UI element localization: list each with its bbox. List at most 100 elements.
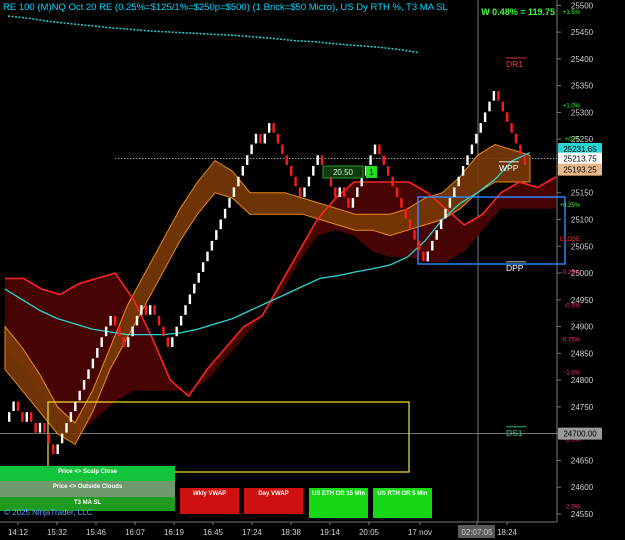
- renko-brick: [56, 444, 59, 454]
- renko-brick: [351, 198, 355, 208]
- wkly-vwap-button[interactable]: Wkly VWAP: [180, 488, 239, 514]
- renko-chart: 2455024600246502470024750248002485024900…: [0, 0, 602, 538]
- pivot-level-label: DS1: [506, 428, 523, 438]
- renko-brick: [232, 187, 236, 197]
- renko-brick: [268, 123, 271, 133]
- percent-level-label: +0.25%: [559, 203, 580, 209]
- renko-brick: [488, 101, 491, 112]
- renko-brick: [417, 240, 421, 251]
- renko-brick: [290, 166, 293, 176]
- time-tick-label: 17:24: [242, 528, 263, 537]
- cloud-layer: [4, 144, 556, 446]
- renko-brick: [30, 412, 33, 422]
- time-axis[interactable]: 14:12 15:32 15:46 16:07 16:19 16:45 17:24 18:38…: [8, 522, 518, 538]
- renko-brick: [149, 305, 152, 315]
- price-tick-label: 24800: [571, 376, 594, 385]
- renko-brick: [109, 315, 112, 326]
- price-tick-label: 25050: [571, 242, 594, 251]
- renko-brick: [118, 326, 121, 337]
- renko-brick: [87, 369, 90, 379]
- renko-brick: [298, 187, 302, 197]
- time-tick-label: 18:24: [497, 528, 518, 537]
- renko-brick: [210, 240, 214, 251]
- renko-brick: [316, 155, 319, 165]
- renko-brick: [338, 187, 341, 197]
- price-tick-label: 25300: [571, 108, 594, 117]
- price-tick-label: 25400: [571, 55, 594, 64]
- price-tick-label: 24750: [571, 403, 594, 412]
- count-box-label: 1: [369, 168, 374, 177]
- red-cloud: [5, 176, 556, 434]
- renko-brick: [104, 326, 108, 337]
- renko-brick: [60, 433, 64, 444]
- renko-brick: [492, 91, 496, 101]
- renko-brick: [461, 166, 465, 176]
- renko-brick: [307, 176, 311, 187]
- renko-brick: [378, 144, 381, 155]
- renko-brick: [38, 423, 42, 433]
- renko-brick: [237, 176, 240, 187]
- renko-brick: [122, 337, 125, 347]
- renko-brick: [510, 123, 513, 133]
- renko-brick: [43, 423, 46, 433]
- percent-level-label: -2.0%: [564, 504, 580, 510]
- us-rth-or-button[interactable]: US RTH OR 5 Min: [373, 488, 432, 518]
- scalp-close-button[interactable]: Price <> Scalp Close: [0, 466, 175, 481]
- renko-brick: [193, 283, 196, 294]
- renko-brick: [8, 412, 11, 422]
- renko-brick: [223, 208, 227, 219]
- pivot-level-label: DPP: [506, 263, 524, 273]
- value-box-label: 20.50: [333, 168, 354, 177]
- renko-brick: [241, 166, 244, 176]
- renko-brick: [413, 230, 416, 240]
- renko-brick: [12, 401, 15, 412]
- renko-brick: [448, 198, 452, 208]
- renko-brick: [96, 348, 99, 358]
- renko-brick: [479, 123, 482, 133]
- outside-clouds-button[interactable]: Price <> Outside Clouds: [0, 481, 175, 497]
- renko-brick: [157, 315, 161, 326]
- day-vwap-button[interactable]: Day VWAP: [244, 488, 303, 514]
- renko-brick: [206, 251, 209, 262]
- renko-brick: [439, 219, 443, 230]
- renko-brick: [431, 240, 434, 251]
- renko-brick: [263, 133, 266, 144]
- renko-brick: [409, 219, 412, 230]
- chart-title: RE 100 (M)NQ Oct 20 RE (0.25%=$125/1%=$2…: [3, 2, 448, 13]
- time-tick-label: 20:05: [359, 528, 380, 537]
- renko-brick: [162, 326, 165, 337]
- time-tick-label: 16:19: [164, 528, 185, 537]
- renko-brick: [254, 133, 258, 144]
- renko-brick: [184, 305, 187, 315]
- renko-brick: [69, 412, 73, 422]
- percent-level-label: -0.5%: [564, 304, 580, 310]
- price-tick-label: 24550: [571, 510, 594, 519]
- renko-brick: [215, 230, 218, 240]
- renko-brick: [276, 133, 280, 144]
- renko-brick: [166, 337, 169, 347]
- renko-brick: [140, 305, 143, 315]
- renko-brick: [175, 326, 178, 337]
- renko-brick: [400, 198, 403, 208]
- renko-brick: [171, 337, 174, 347]
- price-tag-label: 25193.25: [563, 166, 597, 175]
- percent-level-label: -1.0%: [564, 371, 580, 377]
- renko-brick: [100, 337, 103, 347]
- renko-brick: [404, 208, 407, 219]
- renko-brick: [228, 198, 231, 208]
- percent-level-label: -0.25%: [561, 270, 581, 276]
- renko-brick: [78, 390, 81, 401]
- renko-brick: [179, 315, 183, 326]
- renko-brick: [475, 133, 478, 144]
- price-tick-label: 25100: [571, 216, 594, 225]
- time-tick-label: 14:12: [8, 528, 29, 537]
- renko-brick: [506, 112, 509, 122]
- renko-brick: [422, 251, 425, 262]
- percent-level-label: +1.5%: [563, 10, 581, 16]
- renko-brick: [347, 198, 350, 208]
- us-eth-or-button[interactable]: US ETH OR 15 Min: [309, 488, 368, 518]
- renko-brick: [444, 208, 447, 219]
- renko-brick: [519, 144, 522, 155]
- weekly-level-line: [7, 15, 419, 54]
- renko-brick: [219, 219, 222, 230]
